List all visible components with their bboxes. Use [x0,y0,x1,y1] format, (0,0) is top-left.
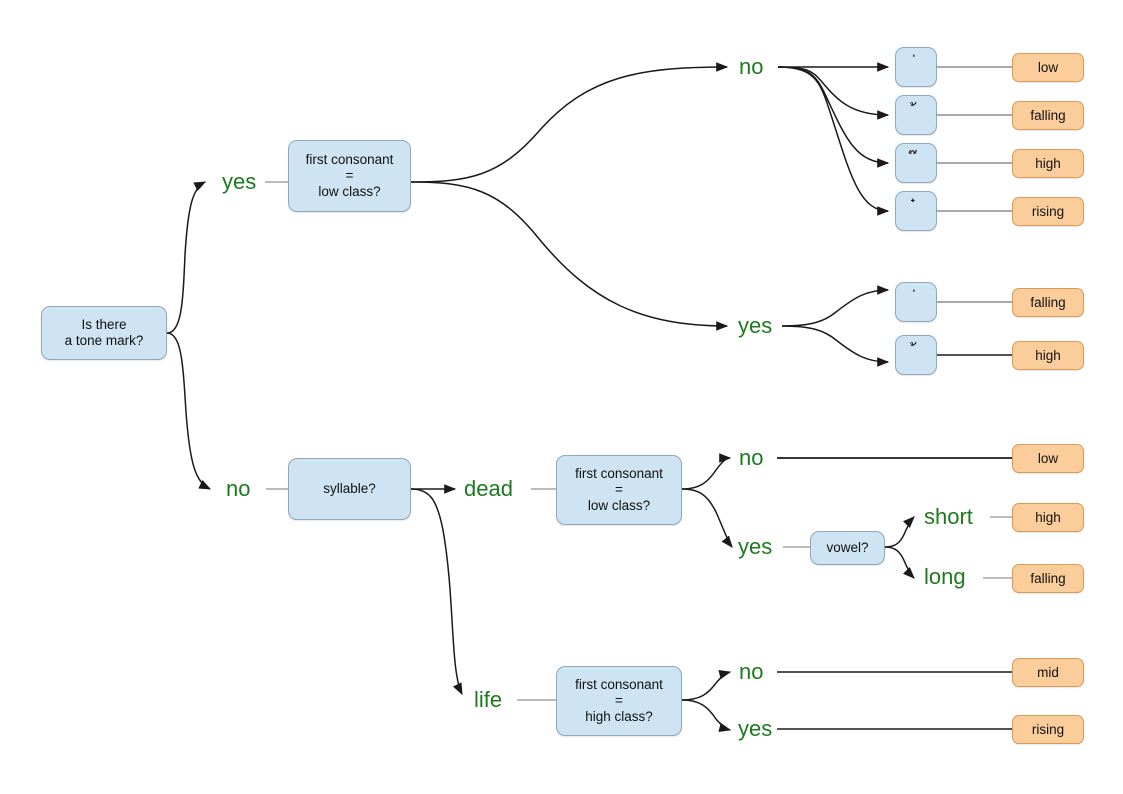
label-life-yes: yes [738,716,773,741]
result-label: rising [1031,721,1065,737]
node-result-falling-1[interactable]: falling [1012,101,1084,130]
result-label: low [1037,450,1059,466]
node-result-mid[interactable]: mid [1012,658,1084,687]
node-tone-mark-mai-tho[interactable]: ้ [895,95,937,135]
node-dead-low-class-text: first consonant = low class? [575,466,663,513]
node-life-high-class-question[interactable]: first consonant = high class? [556,666,682,736]
label-tone-lowclass-yes: yes [738,313,773,338]
result-label: high [1035,347,1061,363]
node-vowel-question[interactable]: vowel? [810,531,885,565]
result-label: falling [1030,294,1066,310]
label-dead-no: no [739,445,764,470]
label-syllable-life: life [474,687,503,712]
node-vowel-text: vowel? [826,540,869,556]
edge-no-maichattawa [777,66,890,216]
node-tone-mark-mai-ek[interactable]: ่ [895,47,937,87]
node-tone-mark-mai-tho-low[interactable]: ้ [895,335,937,375]
label-vowel-short: short [924,504,973,529]
node-dead-low-class-question[interactable]: first consonant = low class? [556,455,682,525]
node-result-falling-2[interactable]: falling [1012,288,1084,317]
label-tone-lowclass-no: no [739,54,764,79]
node-result-rising-2[interactable]: rising [1012,715,1084,744]
edge-deadbox-no [681,453,732,490]
result-label: falling [1030,570,1066,586]
label-dead-yes: yes [738,534,773,559]
node-root-question[interactable]: Is there a tone mark? [41,306,167,360]
result-label: falling [1030,107,1066,123]
label-syllable-dead: dead [464,476,513,501]
edge-vowel-long [884,546,915,579]
edge-yes-maitho2 [781,325,890,367]
node-result-rising-1[interactable]: rising [1012,197,1084,226]
node-tone-low-class-question[interactable]: first consonant = low class? [288,140,411,212]
edge-lifebox-yes [681,699,732,733]
label-root-no: no [226,476,251,501]
label-life-no: no [739,659,764,684]
node-result-high-1[interactable]: high [1012,149,1084,178]
label-root-yes: yes [222,169,257,194]
node-root-question-text: Is there a tone mark? [64,317,144,348]
result-label: rising [1031,203,1065,219]
edge-tonebox-yes [410,181,729,331]
result-label: low [1037,59,1059,75]
result-label: mid [1037,664,1059,680]
result-label: high [1035,509,1061,525]
node-result-low-1[interactable]: low [1012,53,1084,82]
edge-tonebox-no [410,62,729,183]
edge-no-maitri [777,66,890,168]
label-vowel-long: long [924,564,966,589]
node-tone-mark-mai-ek-low[interactable]: ่ [895,282,937,322]
node-tone-mark-mai-chattawa[interactable]: ๋ [895,191,937,231]
node-life-high-class-text: first consonant = high class? [575,677,663,724]
edge-no-maitho [777,66,890,120]
node-syllable-question[interactable]: syllable? [288,458,411,520]
result-label: high [1035,155,1061,171]
node-result-high-3[interactable]: high [1012,503,1084,532]
edge-vowel-short [884,516,915,548]
flowchart-canvas: Is there a tone mark? first consonant = … [0,0,1123,794]
node-syllable-text: syllable? [323,481,376,497]
edge-syllable-life [410,488,463,696]
edge-lifebox-no [681,669,732,701]
node-tone-low-class-text: first consonant = low class? [305,152,394,199]
edge-root-yes [166,181,207,334]
node-tone-mark-mai-tri[interactable]: ๊ [895,143,937,183]
edge-root-no [166,332,212,490]
edge-yes-maiek2 [781,285,890,327]
node-result-high-2[interactable]: high [1012,341,1084,370]
edge-deadbox-yes [681,488,733,548]
node-result-falling-3[interactable]: falling [1012,564,1084,593]
node-result-low-2[interactable]: low [1012,444,1084,473]
